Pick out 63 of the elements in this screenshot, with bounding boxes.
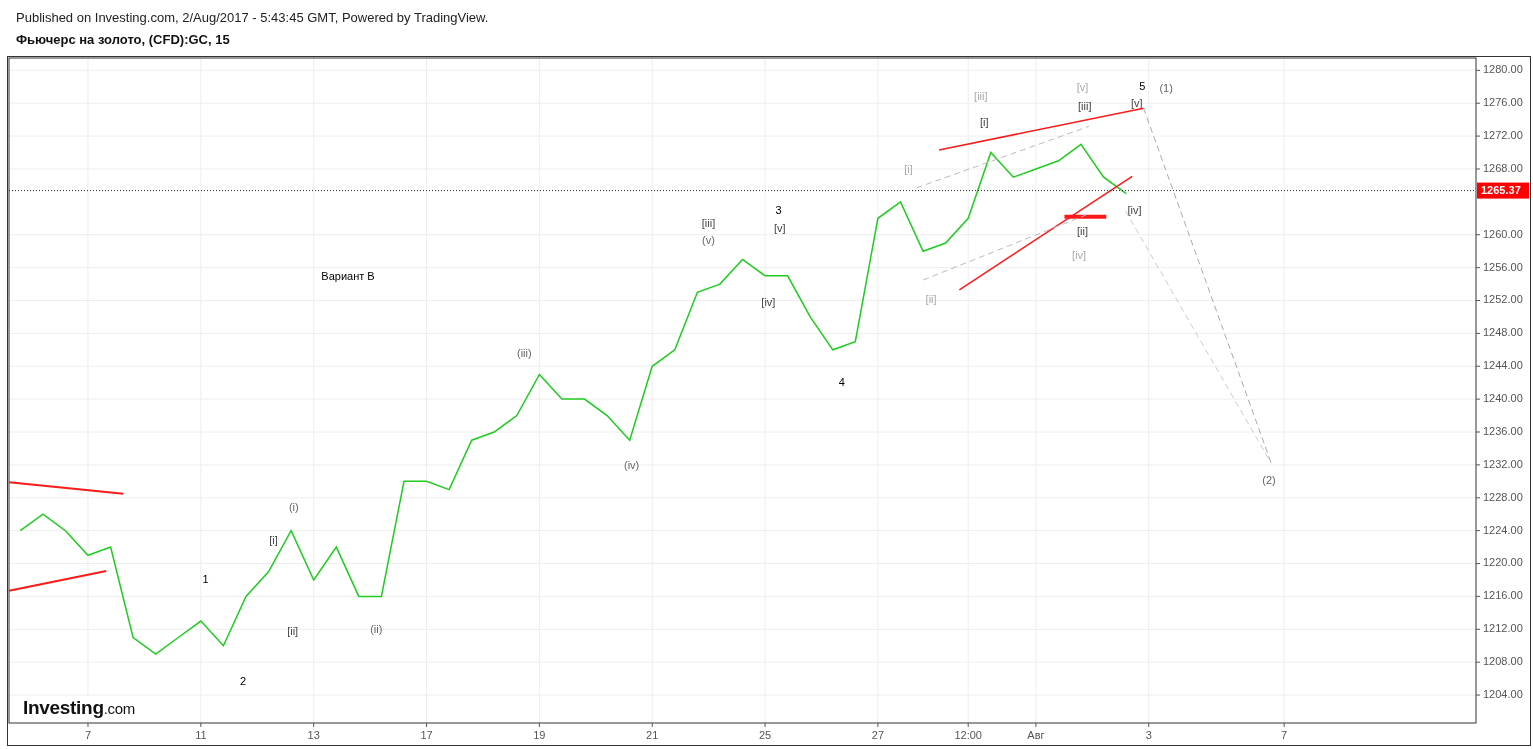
wave-label: 1 bbox=[202, 572, 209, 585]
x-axis-label: 17 bbox=[420, 729, 433, 741]
wave-label: [v] bbox=[1076, 81, 1089, 94]
x-axis-label: 19 bbox=[533, 729, 546, 741]
wave-label: [ii] bbox=[1077, 225, 1089, 238]
x-axis-label: 7 bbox=[84, 729, 92, 741]
y-axis-label: 1260.00 bbox=[1483, 227, 1523, 240]
wave-label: [iii] bbox=[1078, 100, 1092, 113]
published-caption: Published on Investing.com, 2/Aug/2017 - 5:43:45 GMT, Powered by TradingView. bbox=[15, 9, 490, 27]
y-axis-label: 1220.00 bbox=[1483, 556, 1523, 569]
y-axis-label: 1228.00 bbox=[1483, 490, 1523, 503]
x-axis-label: 11 bbox=[195, 729, 207, 741]
wave-label: (i) bbox=[288, 501, 299, 514]
y-axis-label: 1272.00 bbox=[1483, 129, 1523, 141]
wave-label: Вариант В bbox=[321, 269, 375, 282]
chart-title: Фьючерс на золото, (CFD):GC, 15 bbox=[15, 31, 231, 49]
x-axis-label: 7 bbox=[1281, 729, 1288, 741]
y-axis-label: 1216.00 bbox=[1483, 589, 1523, 602]
wave-label: [v] bbox=[1130, 96, 1143, 109]
y-axis-label: 1224.00 bbox=[1483, 523, 1523, 536]
y-axis-label: 1256.00 bbox=[1483, 260, 1523, 273]
y-axis-label: 1252.00 bbox=[1483, 293, 1523, 306]
y-axis-label: 1240.00 bbox=[1483, 392, 1523, 405]
wave-label: (v) bbox=[702, 234, 715, 247]
y-axis-label: 1268.00 bbox=[1483, 161, 1523, 174]
x-axis-label: 13 bbox=[307, 729, 320, 741]
wave-label: [ii] bbox=[925, 292, 937, 305]
y-axis-label: 1208.00 bbox=[1483, 655, 1523, 668]
wave-label: (ii) bbox=[370, 623, 383, 635]
wave-label: [iii] bbox=[701, 216, 716, 229]
y-axis-label: 1212.00 bbox=[1483, 622, 1523, 635]
wave-label: [iv] bbox=[1072, 249, 1087, 261]
y-axis-label: 1236.00 bbox=[1483, 424, 1523, 437]
x-axis-label: 3 bbox=[1145, 729, 1152, 741]
y-axis-label: 1248.00 bbox=[1483, 326, 1523, 339]
y-axis-label: 1232.00 bbox=[1483, 457, 1523, 470]
logo: Investing.com bbox=[23, 697, 136, 719]
wave-label: 3 bbox=[775, 203, 782, 216]
x-axis-label: 25 bbox=[758, 729, 772, 741]
y-axis-label: 1204.00 bbox=[1483, 687, 1523, 700]
price-tag: 1265.37 bbox=[1477, 182, 1529, 199]
wave-label: [iv] bbox=[1127, 203, 1142, 216]
wave-label: 4 bbox=[838, 375, 845, 388]
wave-label: [i] bbox=[979, 115, 989, 128]
wave-label: [iii] bbox=[974, 89, 988, 102]
wave-label: (2) bbox=[1262, 474, 1276, 487]
wave-label: [iv] bbox=[761, 295, 776, 308]
wave-label: [v] bbox=[773, 221, 786, 234]
wave-label: (iv) bbox=[624, 458, 640, 471]
x-axis-label: 12:00 bbox=[954, 729, 982, 741]
wave-label: (1) bbox=[1159, 82, 1173, 95]
x-axis-label: 27 bbox=[871, 729, 885, 741]
y-axis-label: 1280.00 bbox=[1483, 63, 1523, 76]
wave-label: (iii) bbox=[516, 346, 532, 359]
wave-label: [i] bbox=[269, 534, 278, 547]
wave-label: [i] bbox=[904, 162, 913, 175]
wave-label: 2 bbox=[239, 674, 246, 687]
x-axis-label: Авг bbox=[1027, 729, 1045, 741]
y-axis-label: 1244.00 bbox=[1483, 359, 1523, 372]
wave-label: 5 bbox=[1139, 79, 1146, 92]
wave-label: [ii] bbox=[287, 624, 299, 637]
x-axis-label: 21 bbox=[646, 729, 659, 741]
y-axis-label: 1276.00 bbox=[1483, 96, 1523, 109]
